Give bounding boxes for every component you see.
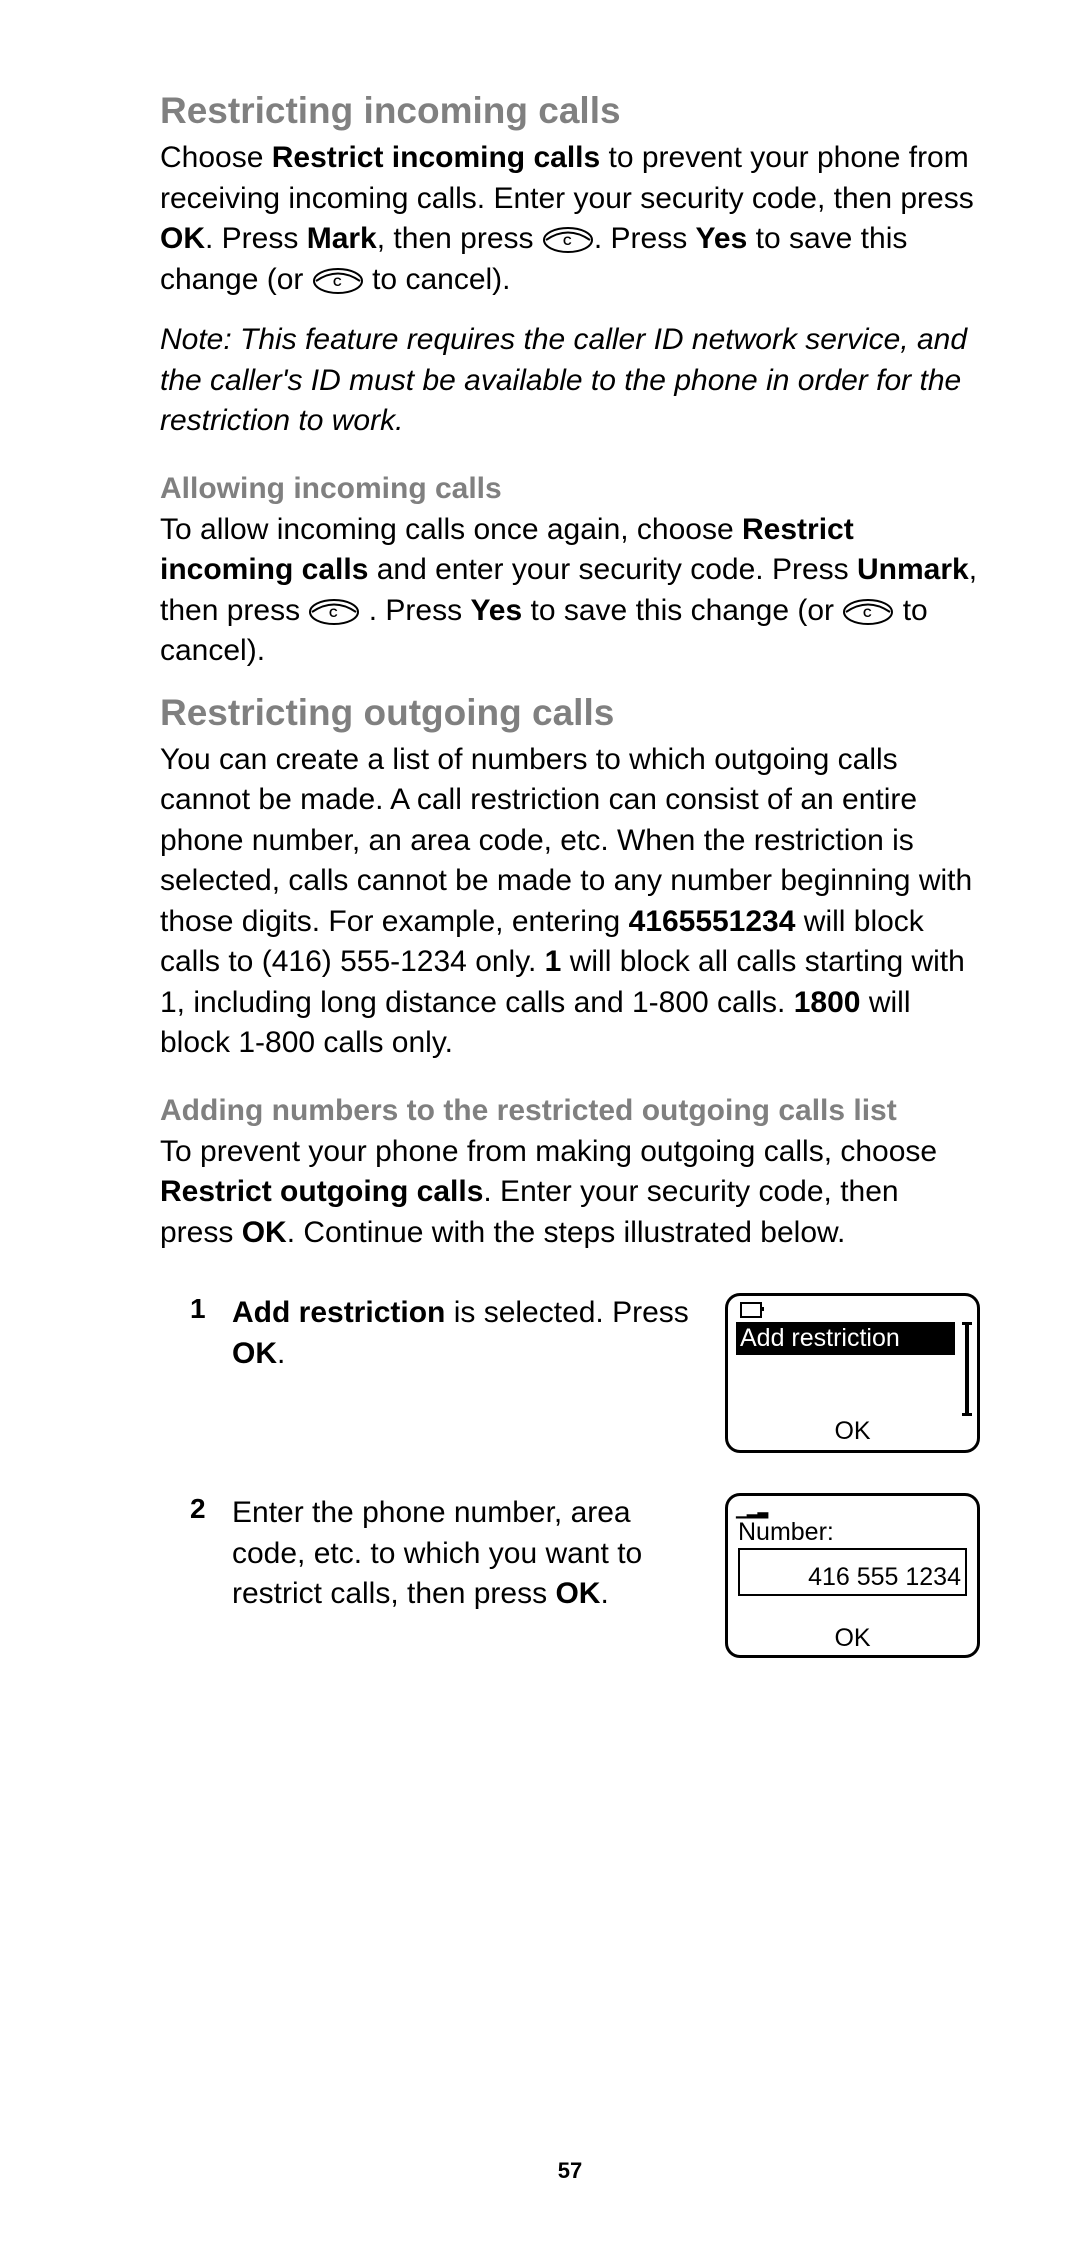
number-field: 416 555 1234 — [738, 1548, 967, 1596]
phone-screen: ▁▂▃ Number: 416 555 1234 OK — [725, 1493, 980, 1658]
text: To prevent your phone from making outgoi… — [160, 1135, 937, 1168]
c-key-icon — [312, 266, 364, 296]
text: Choose — [160, 141, 272, 174]
text-bold: Restrict outgoing calls — [160, 1175, 483, 1208]
note: Note: This feature requires the caller I… — [160, 320, 980, 442]
text-bold: Restrict incoming calls — [272, 141, 600, 174]
heading-restrict-incoming: Restricting incoming calls — [160, 90, 980, 132]
step-2: 2 Enter the phone number, area code, etc… — [160, 1493, 980, 1658]
scrollbar-icon — [965, 1324, 969, 1414]
text: . — [600, 1577, 608, 1610]
text-bold: OK — [555, 1577, 600, 1610]
text-bold: Yes — [470, 594, 522, 627]
text: . Press — [360, 594, 470, 627]
text-bold: 1800 — [794, 986, 861, 1019]
text: , then press — [377, 222, 542, 255]
subheading-allowing-incoming: Allowing incoming calls — [160, 472, 980, 506]
paragraph: Choose Restrict incoming calls to preven… — [160, 138, 980, 300]
paragraph: To prevent your phone from making outgoi… — [160, 1132, 980, 1254]
text-bold: 1 — [545, 945, 562, 978]
paragraph: To allow incoming calls once again, choo… — [160, 510, 980, 672]
step-number: 2 — [190, 1493, 214, 1525]
c-key-icon — [542, 225, 594, 255]
highlighted-item: Add restriction — [736, 1322, 955, 1355]
text-bold: OK — [232, 1337, 277, 1370]
subheading-adding-numbers: Adding numbers to the restricted outgoin… — [160, 1094, 980, 1128]
c-key-icon — [308, 597, 360, 627]
softkey-label: OK — [728, 1417, 977, 1446]
figure-add-restriction: Add restriction OK — [725, 1293, 980, 1453]
text-bold: Mark — [307, 222, 377, 255]
text-bold: Unmark — [857, 553, 969, 586]
step-text: Enter the phone number, area code, etc. … — [232, 1493, 707, 1615]
page-number: 57 — [160, 2158, 980, 2184]
text: to cancel). — [364, 263, 511, 296]
text-bold: OK — [160, 222, 205, 255]
text: . Continue with the steps illustrated be… — [287, 1216, 846, 1249]
paragraph: You can create a list of numbers to whic… — [160, 740, 980, 1064]
text: To allow incoming calls once again, choo… — [160, 513, 742, 546]
battery-icon — [740, 1302, 762, 1318]
number-value: 416 555 1234 — [808, 1563, 961, 1592]
manual-page: Restricting incoming calls Choose Restri… — [0, 0, 1080, 2244]
text: . Press — [205, 222, 307, 255]
phone-screen: Add restriction OK — [725, 1293, 980, 1453]
step-text: Add restriction is selected. Press OK. — [232, 1293, 707, 1374]
text-bold: 4165551234 — [629, 905, 796, 938]
field-label: Number: — [738, 1518, 834, 1547]
text: to save this change (or — [522, 594, 842, 627]
text: is selected. Press — [445, 1296, 688, 1329]
figure-number-entry: ▁▂▃ Number: 416 555 1234 OK — [725, 1493, 980, 1658]
text: and enter your security code. Press — [368, 553, 857, 586]
text: . Press — [594, 222, 696, 255]
text-bold: OK — [242, 1216, 287, 1249]
softkey-label: OK — [728, 1624, 977, 1653]
text-bold: Add restriction — [232, 1296, 445, 1329]
text: . — [277, 1337, 285, 1370]
signal-icon: ▁▂▃ — [736, 1502, 768, 1519]
step-number: 1 — [190, 1293, 214, 1325]
text-bold: Yes — [696, 222, 748, 255]
step-1: 1 Add restriction is selected. Press OK.… — [160, 1293, 980, 1453]
c-key-icon — [842, 597, 894, 627]
heading-restrict-outgoing: Restricting outgoing calls — [160, 692, 980, 734]
